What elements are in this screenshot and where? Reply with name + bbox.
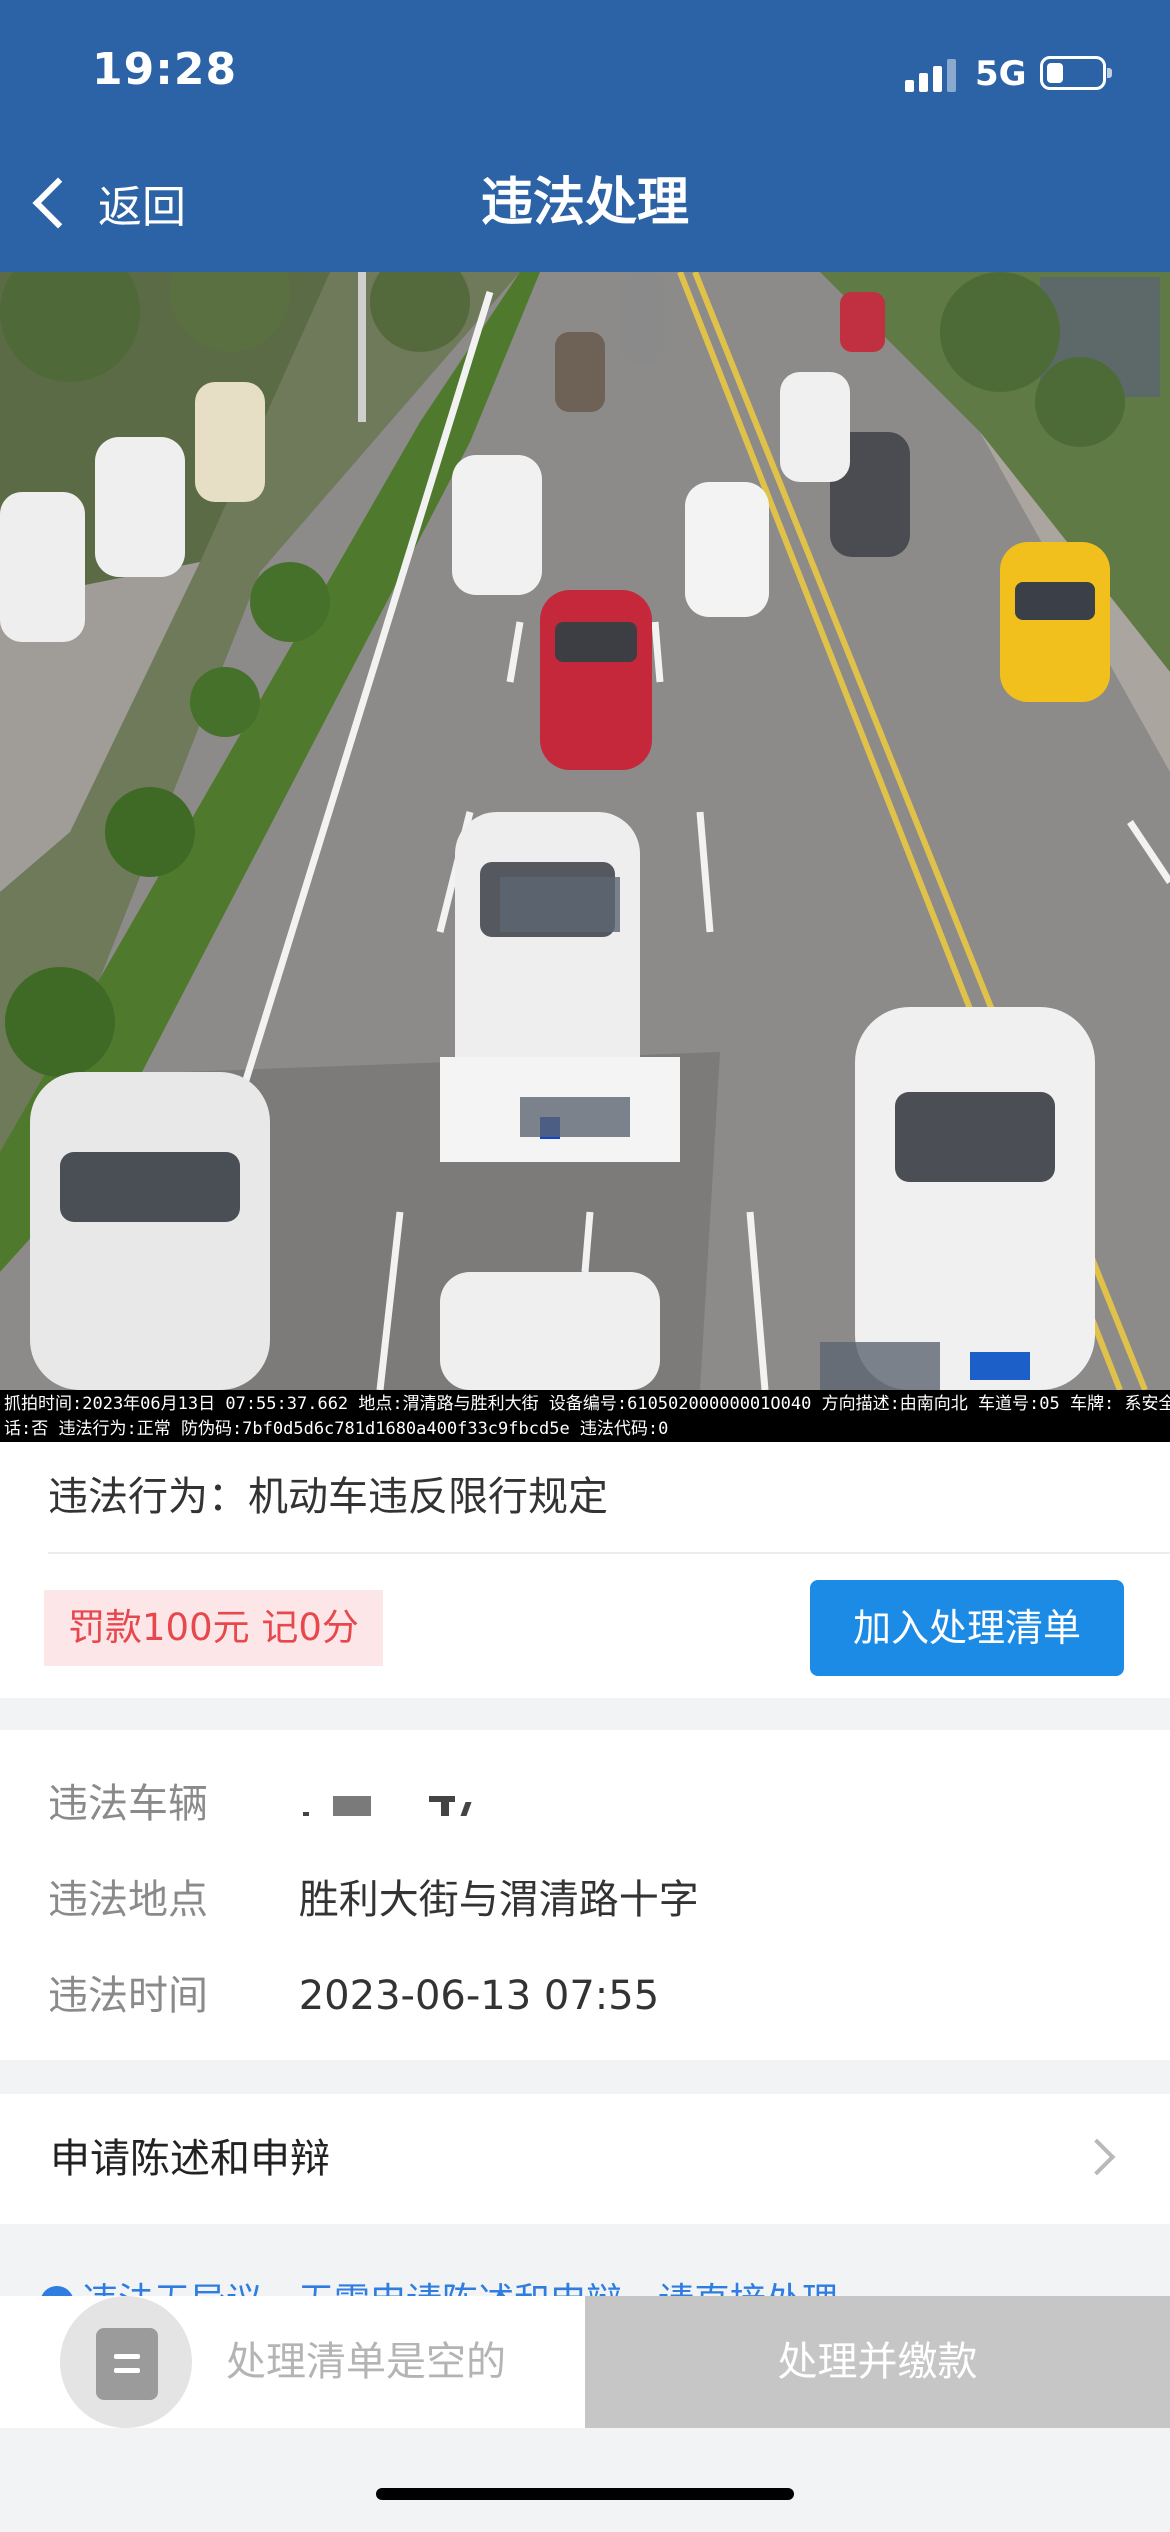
chevron-right-icon [1078,2138,1116,2176]
process-and-pay-button[interactable]: 处理并缴款 [585,2296,1170,2428]
time-row: 违法时间 2023-06-13 07:55 [48,1966,659,2026]
home-indicator [376,2488,794,2500]
caption-line-2: 话:否 违法行为:正常 防伪码:7bf0d5d6c781d1680a400f33… [4,1419,669,1439]
process-list-icon[interactable] [60,2296,192,2428]
violation-details-card: 违法车辆 违法地点 胜利大街与渭清路十字 违法时间 2023-06-13 07:… [0,1730,1170,2060]
header: 19:28 5G 违法处理 返回 [0,0,1170,272]
signal-icon [905,58,961,92]
vehicle-row: 违法车辆 [48,1774,539,1834]
caption-line-1: 抓拍时间:2023年06月13日 07:55:37.662 地点:渭清路与胜利大… [4,1394,1170,1414]
violation-behavior: 违法行为：机动车违反限行规定 [48,1474,608,1520]
vehicle-plate-redacted [299,1786,539,1826]
battery-icon [1040,56,1112,90]
appeal-label: 申请陈述和申辩 [50,2136,330,2182]
back-label: 返回 [98,182,186,233]
status-time: 19:28 [92,44,238,95]
violation-photo[interactable]: 抓拍时间:2023年06月13日 07:55:37.662 地点:渭清路与胜利大… [0,272,1170,1442]
chevron-left-icon [32,177,84,229]
fine-points-badge: 罚款100元 记0分 [44,1590,383,1666]
add-to-list-button[interactable]: 加入处理清单 [810,1580,1124,1676]
back-button[interactable]: 返回 [22,168,186,238]
time-label: 违法时间 [48,1973,208,2019]
list-empty-text: 处理清单是空的 [226,2339,506,2385]
location-row: 违法地点 胜利大街与渭清路十字 [48,1870,699,1930]
location-label: 违法地点 [48,1877,208,1923]
process-list-area[interactable]: 处理清单是空的 [0,2296,585,2428]
vehicle-label: 违法车辆 [48,1781,208,1827]
divider [48,1552,1170,1554]
network-type: 5G [975,54,1027,94]
appeal-row[interactable]: 申请陈述和申辩 [0,2094,1170,2224]
traffic-camera-image [0,272,1170,1392]
violation-card: 违法行为：机动车违反限行规定 罚款100元 记0分 加入处理清单 [0,1442,1170,1698]
bottom-bar: 处理清单是空的 处理并缴款 [0,2296,1170,2428]
time-value: 2023-06-13 07:55 [298,1973,660,2019]
location-value: 胜利大街与渭清路十字 [298,1877,699,1923]
photo-caption: 抓拍时间:2023年06月13日 07:55:37.662 地点:渭清路与胜利大… [0,1390,1170,1442]
